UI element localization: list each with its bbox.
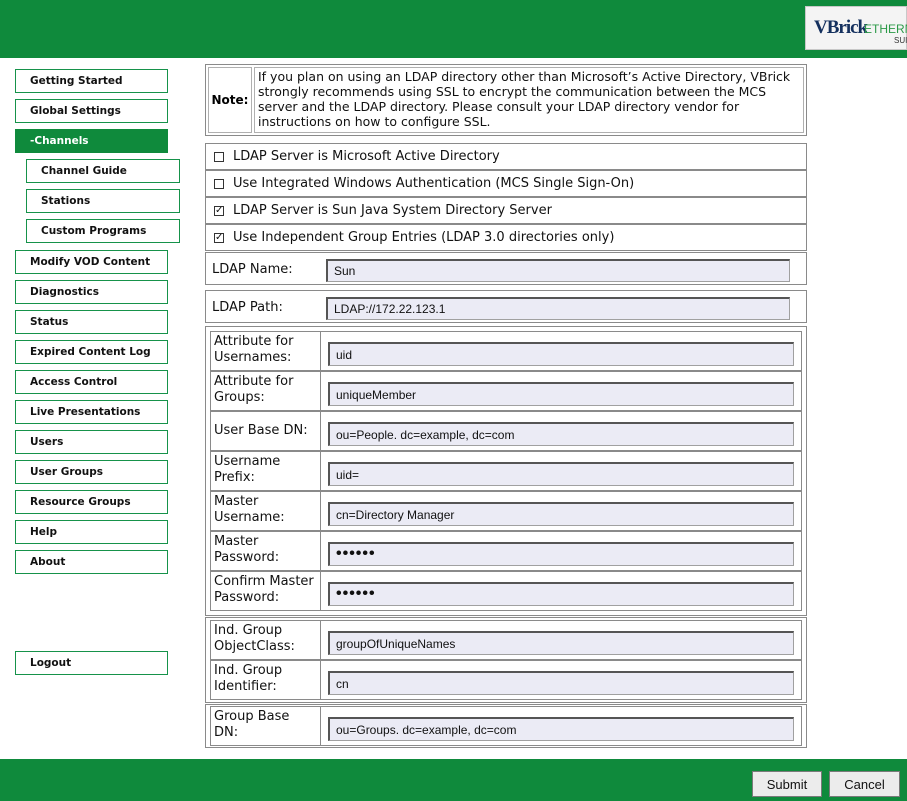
group-objectclass-input[interactable] bbox=[328, 631, 794, 655]
ldap-path-input[interactable] bbox=[326, 297, 790, 320]
option-independent-group-entries[interactable]: ✓ Use Independent Group Entries (LDAP 3.… bbox=[205, 224, 807, 251]
group-identifier-label: Ind. Group Identifier: bbox=[211, 661, 321, 699]
master-password-row: Master Password: bbox=[210, 531, 802, 571]
master-username-input[interactable] bbox=[328, 502, 794, 526]
sidebar-item-channels[interactable]: -Channels bbox=[15, 129, 168, 153]
group-identifier-row: Ind. Group Identifier: bbox=[210, 660, 802, 700]
attr-usernames-row: Attribute for Usernames: bbox=[210, 331, 802, 371]
sidebar-item-help[interactable]: Help bbox=[15, 520, 168, 544]
sidebar-item-about[interactable]: About bbox=[15, 550, 168, 574]
logo-suite: SUIT bbox=[894, 36, 907, 45]
attr-usernames-label: Attribute for Usernames: bbox=[211, 332, 321, 370]
user-base-dn-label: User Base DN: bbox=[211, 412, 321, 450]
sidebar-item-users[interactable]: Users bbox=[15, 430, 168, 454]
checkbox-active-directory[interactable] bbox=[214, 151, 224, 162]
confirm-master-password-row: Confirm Master Password: bbox=[210, 571, 802, 611]
option-label: Use Integrated Windows Authentication (M… bbox=[233, 176, 635, 191]
checkbox-integrated-windows-auth[interactable] bbox=[214, 178, 224, 189]
sidebar-item-getting-started[interactable]: Getting Started bbox=[15, 69, 168, 93]
group-settings-group: Ind. Group ObjectClass: Ind. Group Ident… bbox=[205, 617, 807, 703]
username-prefix-input[interactable] bbox=[328, 462, 794, 486]
group-base-dn-input[interactable] bbox=[328, 717, 794, 741]
attr-usernames-input[interactable] bbox=[328, 342, 794, 366]
group-objectclass-label: Ind. Group ObjectClass: bbox=[211, 621, 321, 659]
sidebar-item-custom-programs[interactable]: Custom Programs bbox=[26, 219, 180, 243]
master-password-label: Master Password: bbox=[211, 532, 321, 570]
ldap-path-label: LDAP Path: bbox=[212, 300, 283, 315]
username-prefix-row: Username Prefix: bbox=[210, 451, 802, 491]
sidebar-item-stations[interactable]: Stations bbox=[26, 189, 180, 213]
group-base-dn-row: Group Base DN: bbox=[210, 706, 802, 746]
note-text: If you plan on using an LDAP directory o… bbox=[254, 67, 804, 133]
sidebar-item-modify-vod-content[interactable]: Modify VOD Content bbox=[15, 250, 168, 274]
logo-product: ETHERNET bbox=[864, 22, 907, 36]
username-prefix-label: Username Prefix: bbox=[211, 452, 321, 490]
confirm-master-password-input[interactable] bbox=[328, 582, 794, 606]
attr-groups-input[interactable] bbox=[328, 382, 794, 406]
cancel-button[interactable]: Cancel bbox=[829, 771, 900, 797]
ldap-name-input[interactable] bbox=[326, 259, 790, 282]
sidebar-item-access-control[interactable]: Access Control bbox=[15, 370, 168, 394]
logo-brand: VBrick bbox=[814, 17, 868, 38]
master-username-label: Master Username: bbox=[211, 492, 321, 530]
ldap-name-row: LDAP Name: bbox=[205, 252, 807, 285]
sidebar-item-user-groups[interactable]: User Groups bbox=[15, 460, 168, 484]
option-active-directory[interactable]: LDAP Server is Microsoft Active Director… bbox=[205, 143, 807, 170]
option-label: LDAP Server is Microsoft Active Director… bbox=[233, 149, 500, 164]
sidebar-item-global-settings[interactable]: Global Settings bbox=[15, 99, 168, 123]
ssl-note: Note: If you plan on using an LDAP direc… bbox=[205, 64, 807, 136]
attribute-settings-group: Attribute for Usernames: Attribute for G… bbox=[205, 326, 807, 616]
note-label: Note: bbox=[208, 67, 252, 133]
option-integrated-windows-auth[interactable]: Use Integrated Windows Authentication (M… bbox=[205, 170, 807, 197]
option-sun-java-directory[interactable]: ✓ LDAP Server is Sun Java System Directo… bbox=[205, 197, 807, 224]
attr-groups-row: Attribute for Groups: bbox=[210, 371, 802, 411]
checkbox-sun-java-directory[interactable]: ✓ bbox=[214, 205, 224, 216]
vbrick-logo: VBrick ETHERNET SUIT bbox=[805, 6, 907, 50]
checkbox-independent-group-entries[interactable]: ✓ bbox=[214, 232, 224, 243]
user-base-dn-row: User Base DN: bbox=[210, 411, 802, 451]
group-identifier-input[interactable] bbox=[328, 671, 794, 695]
submit-button[interactable]: Submit bbox=[752, 771, 822, 797]
sidebar-item-live-presentations[interactable]: Live Presentations bbox=[15, 400, 168, 424]
master-password-input[interactable] bbox=[328, 542, 794, 566]
header-bar bbox=[0, 0, 907, 58]
sidebar-item-expired-content-log[interactable]: Expired Content Log bbox=[15, 340, 168, 364]
confirm-master-password-label: Confirm Master Password: bbox=[211, 572, 321, 610]
sidebar-item-channel-guide[interactable]: Channel Guide bbox=[26, 159, 180, 183]
group-base-dn-label: Group Base DN: bbox=[211, 707, 321, 745]
option-label: LDAP Server is Sun Java System Directory… bbox=[233, 203, 552, 218]
group-base-dn-group: Group Base DN: bbox=[205, 704, 807, 748]
master-username-row: Master Username: bbox=[210, 491, 802, 531]
user-base-dn-input[interactable] bbox=[328, 422, 794, 446]
ldap-path-row: LDAP Path: bbox=[205, 290, 807, 323]
option-label: Use Independent Group Entries (LDAP 3.0 … bbox=[233, 230, 615, 245]
ldap-name-label: LDAP Name: bbox=[212, 262, 293, 277]
sidebar-item-resource-groups[interactable]: Resource Groups bbox=[15, 490, 168, 514]
sidebar-item-diagnostics[interactable]: Diagnostics bbox=[15, 280, 168, 304]
group-objectclass-row: Ind. Group ObjectClass: bbox=[210, 620, 802, 660]
sidebar-item-status[interactable]: Status bbox=[15, 310, 168, 334]
attr-groups-label: Attribute for Groups: bbox=[211, 372, 321, 410]
logout-button[interactable]: Logout bbox=[15, 651, 168, 675]
